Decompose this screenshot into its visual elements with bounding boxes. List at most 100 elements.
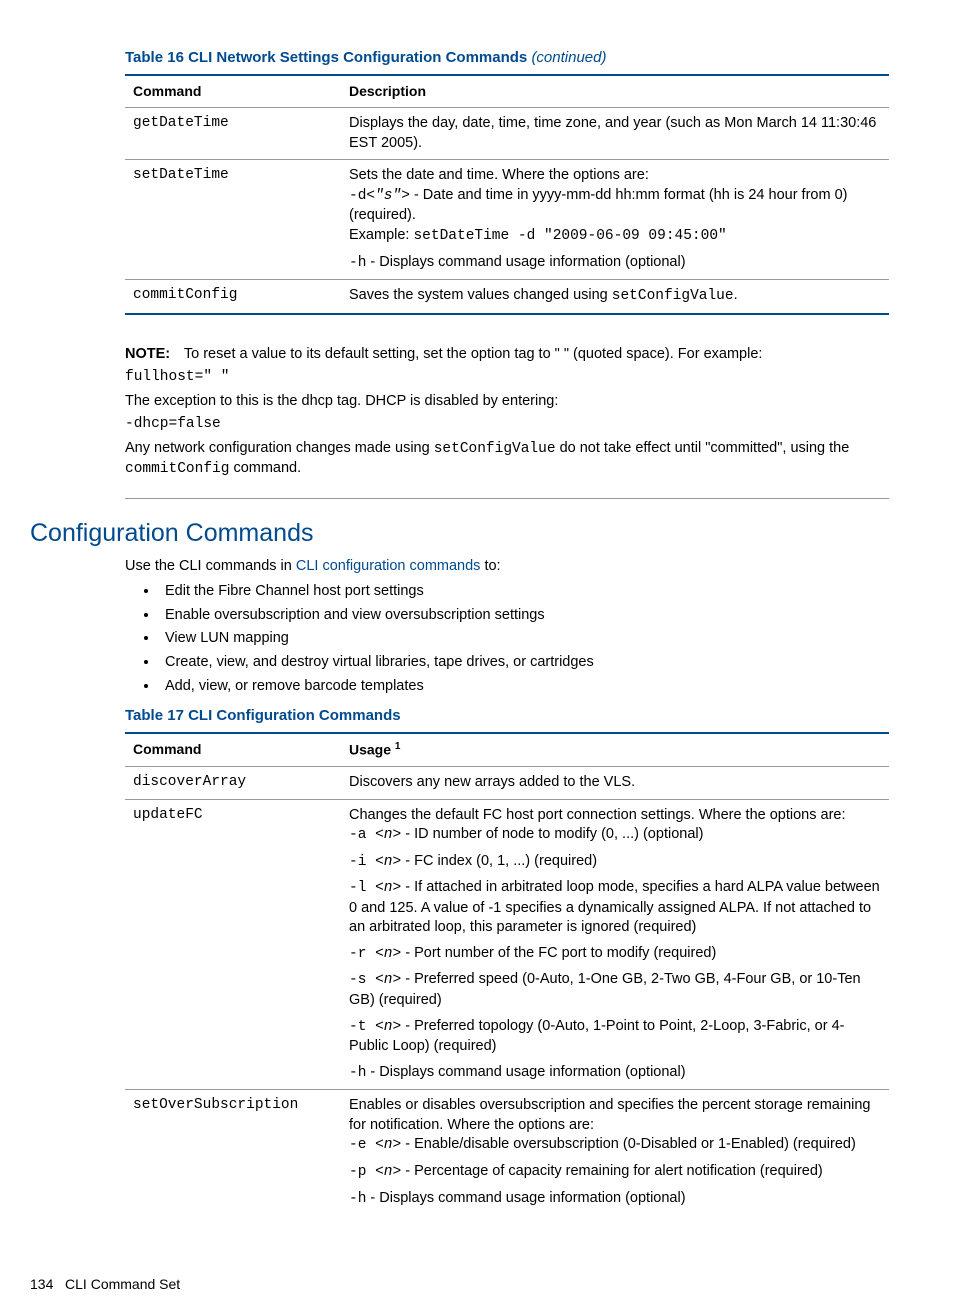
intro-text: Use the CLI commands in — [125, 558, 296, 574]
flag-desc: - Displays command usage information (op… — [366, 1190, 685, 1206]
flag: -t — [349, 1019, 375, 1035]
note-text: command. — [229, 460, 301, 476]
table16-title-suffix: (continued) — [531, 49, 606, 66]
intro-text: to: — [480, 558, 500, 574]
note-box: NOTE: To reset a value to its default se… — [125, 331, 889, 499]
cmd-cell: discoverArray — [125, 766, 341, 799]
desc-subline: -h - Displays command usage information … — [349, 1189, 881, 1210]
example-code: setDateTime -d "2009-06-09 09:45:00" — [413, 228, 726, 244]
note-line: NOTE: To reset a value to its default se… — [125, 345, 889, 365]
flag-desc: - Port number of the FC port to modify (… — [401, 945, 716, 961]
list-item: Add, view, or remove barcode templates — [159, 677, 889, 697]
flag-arg: <n> — [375, 1137, 401, 1153]
cmd-cell: setDateTime — [125, 160, 341, 280]
footnote-ref: 1 — [395, 741, 401, 752]
table16-title: Table 16 CLI Network Settings Configurat… — [125, 48, 889, 68]
note-text: The exception to this is the dhcp tag. D… — [125, 392, 889, 412]
flag: -i — [349, 854, 375, 870]
inline-code: setConfigValue — [434, 441, 556, 457]
table-header-row: Command Usage 1 — [125, 733, 889, 766]
note-code: fullhost=" " — [125, 368, 889, 388]
list-item: View LUN mapping — [159, 629, 889, 649]
flag-desc: - If attached in arbitrated loop mode, s… — [349, 879, 880, 935]
th-command: Command — [125, 733, 341, 766]
flag: -l — [349, 880, 375, 896]
desc-subline: -l <n> - If attached in arbitrated loop … — [349, 878, 881, 938]
flag: -h — [349, 1065, 366, 1081]
desc-subline: -i <n> - FC index (0, 1, ...) (required) — [349, 852, 881, 873]
flag-arg: <"s"> — [366, 188, 410, 204]
cmd-cell: commitConfig — [125, 280, 341, 314]
flag-arg: <n> — [375, 854, 401, 870]
desc-subline: -s <n> - Preferred speed (0-Auto, 1-One … — [349, 970, 881, 1010]
table-row: commitConfig Saves the system values cha… — [125, 280, 889, 314]
flag-desc: - Displays command usage information (op… — [366, 254, 685, 270]
section-intro: Use the CLI commands in CLI configuratio… — [125, 557, 889, 577]
note-text: To reset a value to its default setting,… — [184, 346, 763, 362]
flag: -d — [349, 188, 366, 204]
th-usage: Usage 1 — [341, 733, 889, 766]
th-description: Description — [341, 75, 889, 107]
note-text: Any network configuration changes made u… — [125, 440, 434, 456]
page-footer: 134 CLI Command Set — [30, 1275, 889, 1294]
flag-arg: <n> — [375, 880, 401, 896]
desc-text: . — [734, 287, 738, 303]
table17: Command Usage 1 discoverArray Discovers … — [125, 732, 889, 1215]
desc-cell: Enables or disables oversubscription and… — [341, 1090, 889, 1215]
desc-text: Saves the system values changed using — [349, 287, 612, 303]
intro-link[interactable]: CLI configuration commands — [296, 558, 481, 574]
footer-label: CLI Command Set — [65, 1276, 180, 1292]
table-row: updateFC Changes the default FC host por… — [125, 799, 889, 1090]
inline-code: commitConfig — [125, 461, 229, 477]
note-label: NOTE: — [125, 346, 170, 362]
flag: -p — [349, 1164, 375, 1180]
cmd-cell: setOverSubscription — [125, 1090, 341, 1215]
desc-line: Changes the default FC host port connect… — [349, 807, 846, 823]
desc-cell: Changes the default FC host port connect… — [341, 799, 889, 1090]
bullet-list: Edit the Fibre Channel host port setting… — [125, 582, 889, 696]
desc-subline: -h - Displays command usage information … — [349, 1063, 881, 1084]
desc-subline: -t <n> - Preferred topology (0-Auto, 1-P… — [349, 1017, 881, 1057]
cmd-cell: getDateTime — [125, 108, 341, 160]
flag: -a — [349, 827, 375, 843]
table16: Command Description getDateTime Displays… — [125, 74, 889, 314]
flag-arg: <n> — [375, 972, 401, 988]
page-number: 134 — [30, 1276, 53, 1292]
inline-code: setConfigValue — [612, 288, 734, 304]
flag-desc: - Preferred speed (0-Auto, 1-One GB, 2-T… — [349, 971, 861, 1008]
desc-cell: Sets the date and time. Where the option… — [341, 160, 889, 280]
flag-desc: - ID number of node to modify (0, ...) (… — [401, 826, 703, 842]
flag-desc: - Preferred topology (0-Auto, 1-Point to… — [349, 1018, 845, 1055]
flag-arg: <n> — [375, 946, 401, 962]
flag: -h — [349, 255, 366, 271]
cmd-cell: updateFC — [125, 799, 341, 1090]
list-item: Enable oversubscription and view oversub… — [159, 606, 889, 626]
table-row: setOverSubscription Enables or disables … — [125, 1090, 889, 1215]
note-code: -dhcp=false — [125, 415, 889, 435]
page-content: Table 16 CLI Network Settings Configurat… — [125, 48, 889, 1215]
flag: -s — [349, 972, 375, 988]
flag-desc: - Percentage of capacity remaining for a… — [401, 1163, 823, 1179]
desc-subline: -r <n> - Port number of the FC port to m… — [349, 944, 881, 965]
section-heading: Configuration Commands — [30, 517, 889, 551]
example-label: Example: — [349, 227, 413, 243]
th-command: Command — [125, 75, 341, 107]
list-item: Edit the Fibre Channel host port setting… — [159, 582, 889, 602]
table-row: getDateTime Displays the day, date, time… — [125, 108, 889, 160]
table16-title-text: Table 16 CLI Network Settings Configurat… — [125, 49, 531, 66]
table-row: discoverArray Discovers any new arrays a… — [125, 766, 889, 799]
desc-subline: -p <n> - Percentage of capacity remainin… — [349, 1162, 881, 1183]
desc-cell: Saves the system values changed using se… — [341, 280, 889, 314]
desc-line: Sets the date and time. Where the option… — [349, 167, 649, 183]
flag-desc: - Displays command usage information (op… — [366, 1064, 685, 1080]
desc-line: Enables or disables oversubscription and… — [349, 1097, 871, 1133]
table17-title: Table 17 CLI Configuration Commands — [125, 706, 889, 726]
flag-arg: <n> — [375, 1019, 401, 1035]
table-row: setDateTime Sets the date and time. Wher… — [125, 160, 889, 280]
flag: -r — [349, 946, 375, 962]
desc-subline: -h - Displays command usage information … — [349, 253, 881, 274]
table-header-row: Command Description — [125, 75, 889, 107]
flag-arg: <n> — [375, 1164, 401, 1180]
note-line: Any network configuration changes made u… — [125, 439, 889, 480]
note-text: do not take effect until "committed", us… — [556, 440, 850, 456]
